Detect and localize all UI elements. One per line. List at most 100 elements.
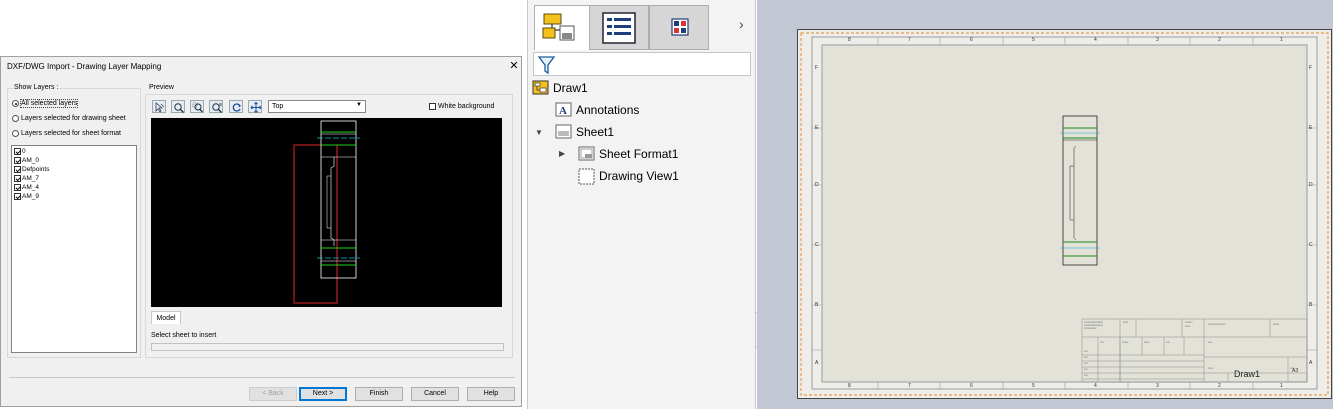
filter-input[interactable] (533, 52, 751, 76)
checkbox-checked-icon[interactable] (14, 175, 21, 182)
checkbox-checked-icon[interactable] (14, 193, 21, 200)
pan-icon[interactable] (248, 100, 262, 113)
zone-number: 1 (1280, 37, 1283, 43)
expand-right-icon[interactable]: ▶ (559, 149, 565, 158)
select-sheet-label: Select sheet to insert (151, 332, 217, 339)
select-icon[interactable] (152, 100, 166, 113)
chevron-right-icon[interactable]: › (739, 16, 744, 32)
zone-number: 2 (1218, 383, 1221, 389)
radio-all-layers[interactable]: All selected layers (12, 99, 79, 108)
layer-item[interactable]: AM_9 (14, 192, 39, 201)
radio-icon (12, 130, 19, 137)
radio-icon (12, 115, 19, 122)
finish-button[interactable]: Finish (355, 387, 403, 401)
tab-propertymanager[interactable] (589, 5, 649, 50)
zone-letter: B (815, 302, 819, 308)
sheet-icon (555, 124, 572, 139)
layer-item[interactable]: 0 (14, 147, 26, 156)
zone-letter: F (1309, 65, 1313, 71)
feature-manager-panel: › Draw1 A Annotations ▼ Sheet1 ▶ Sheet F… (527, 0, 765, 409)
zone-labels: 8 7 6 5 4 3 2 1 8 7 6 5 4 3 2 1 F E D C … (798, 30, 1333, 400)
layer-item[interactable]: AM_7 (14, 174, 39, 183)
zone-number: 2 (1218, 37, 1221, 43)
preview-label: Preview (148, 84, 175, 91)
checkbox-checked-icon[interactable] (14, 148, 21, 155)
zone-number: 4 (1094, 37, 1097, 43)
preview-drawing (293, 120, 360, 304)
zone-number: 7 (908, 383, 911, 389)
tab-model[interactable]: Model (151, 311, 181, 324)
show-layers-label: Show Layers : (13, 84, 60, 91)
zone-number: 1 (1280, 383, 1283, 389)
tree-item-annotations[interactable]: A Annotations (555, 102, 639, 117)
checkbox-checked-icon[interactable] (14, 184, 21, 191)
zone-letter: C (815, 242, 819, 248)
next-button[interactable]: Next > (299, 387, 347, 401)
back-button[interactable]: < Back (249, 387, 297, 401)
zone-letter: A (1309, 360, 1313, 366)
zoom-fit-icon[interactable] (171, 100, 185, 113)
tree-item-sheet1[interactable]: Sheet1 (555, 124, 614, 139)
radio-drawing-sheet-layers[interactable]: Layers selected for drawing sheet (12, 115, 126, 122)
radio-selected-icon (12, 100, 19, 107)
layer-item[interactable]: AM_4 (14, 183, 39, 192)
preview-canvas[interactable] (151, 118, 502, 307)
checkbox-checked-icon[interactable] (14, 157, 21, 164)
tree-item-drawing-view1[interactable]: Drawing View1 (578, 168, 679, 185)
zone-number: 6 (970, 383, 973, 389)
zone-letter: C (1309, 242, 1313, 248)
zone-number: 3 (1156, 383, 1159, 389)
chevron-down-icon: ▼ (356, 102, 362, 108)
tab-configurationmanager[interactable] (649, 5, 709, 50)
layer-list[interactable]: 0 AM_0 Defpoints AM_7 AM_4 AM_9 (11, 145, 137, 353)
zone-number: 5 (1032, 383, 1035, 389)
tree-item-draw1[interactable]: Draw1 (532, 80, 588, 95)
zone-number: 4 (1094, 383, 1097, 389)
zone-letter: E (1309, 125, 1313, 131)
zoom-in-out-icon[interactable] (209, 100, 223, 113)
zone-number: 5 (1032, 37, 1035, 43)
help-button[interactable]: Help (467, 387, 515, 401)
zone-letter: D (815, 182, 819, 188)
zone-number: 8 (848, 383, 851, 389)
featuremanager-tree-icon (542, 13, 575, 41)
dialog-title: DXF/DWG Import - Drawing Layer Mapping (7, 62, 162, 71)
sheet-size: A3 (1292, 368, 1299, 374)
tab-featuremanager[interactable] (534, 5, 594, 50)
tree-item-sheet-format1[interactable]: Sheet Format1 (578, 146, 678, 161)
radio-sheet-format-layers[interactable]: Layers selected for sheet format (12, 130, 121, 137)
filter-icon (537, 56, 556, 75)
zone-number: 6 (970, 37, 973, 43)
rotate-icon[interactable] (229, 100, 243, 113)
checkbox-checked-icon[interactable] (14, 166, 21, 173)
sheet-format-icon (578, 146, 595, 161)
drawing-icon (532, 80, 549, 95)
propertymanager-icon (602, 12, 636, 44)
svg-text:A: A (559, 105, 567, 117)
layer-item[interactable]: AM_0 (14, 156, 39, 165)
zone-letter: E (815, 125, 819, 131)
configurationmanager-icon (671, 18, 689, 36)
zone-number: 3 (1156, 37, 1159, 43)
dxf-import-dialog: DXF/DWG Import - Drawing Layer Mapping ✕… (0, 56, 522, 407)
drawing-sheet[interactable]: xxxxxxxxxxxxxxx xxxxxxxxxxxxxxx xxxxxxxxxx… (797, 29, 1332, 399)
sheet-selector[interactable] (151, 343, 504, 351)
zone-number: 7 (908, 37, 911, 43)
annotations-icon: A (555, 102, 572, 117)
zone-number: 8 (848, 37, 851, 43)
zoom-area-icon[interactable] (190, 100, 204, 113)
expand-down-icon[interactable]: ▼ (535, 128, 543, 137)
zone-letter: B (1309, 302, 1313, 308)
view-select[interactable]: Top ▼ (268, 100, 366, 113)
layer-item[interactable]: Defpoints (14, 165, 49, 174)
divider (9, 377, 515, 378)
zone-letter: A (815, 360, 819, 366)
white-background-checkbox[interactable]: White background (429, 103, 494, 110)
drawing-view-icon (578, 168, 595, 185)
title-block-name: Draw1 (1234, 369, 1261, 379)
close-icon[interactable]: ✕ (507, 59, 521, 73)
zone-letter: D (1309, 182, 1313, 188)
cancel-button[interactable]: Cancel (411, 387, 459, 401)
zone-letter: F (815, 65, 819, 71)
checkbox-icon[interactable] (429, 103, 436, 110)
